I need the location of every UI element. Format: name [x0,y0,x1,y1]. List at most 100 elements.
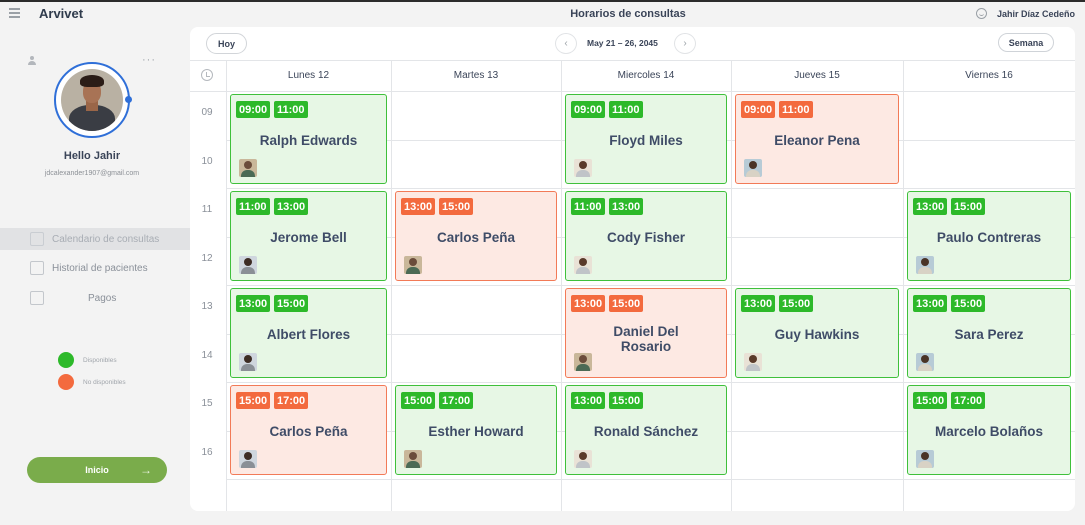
unavailable-dot-icon [58,374,74,390]
patient-name: Ralph Edwards [259,133,358,148]
end-time-badge: 13:00 [274,198,309,215]
patient-avatar [916,256,934,274]
patient-avatar [744,353,762,371]
day-header[interactable]: Miercoles 14 [561,60,731,91]
end-time-badge: 15:00 [609,392,644,409]
end-time-badge: 15:00 [439,198,474,215]
chevron-left-icon[interactable]: ‹ [555,33,577,54]
avatar-photo [61,69,123,131]
user-name: Jahir Díaz Cedeño [996,8,1075,19]
hour-label: 14 [201,349,213,361]
avatar[interactable] [54,62,130,138]
appointment-card[interactable]: 09:00 11:00 Ralph Edwards [230,94,387,184]
grid-line [226,285,1075,286]
end-time-badge: 11:00 [609,101,643,118]
start-button[interactable]: Inicio → [27,457,167,483]
user-email: jdcalexander1907@gmail.com [44,170,140,177]
patient-name: Carlos Peña [269,424,348,439]
start-time-badge: 11:00 [571,198,605,215]
start-time-badge: 11:00 [236,198,270,215]
end-time-badge: 17:00 [274,392,309,409]
today-button[interactable]: Hoy [206,33,247,54]
calendar-toolbar: Hoy ‹ May 21 – 26, 2045 › Semana [190,27,1075,60]
start-time-badge: 09:00 [236,101,271,118]
date-range: May 21 – 26, 2045 [587,38,658,48]
appointment-card[interactable]: 11:00 13:00 Jerome Bell [230,191,387,281]
patient-name: Floyd Miles [609,133,683,148]
hour-label: 09 [201,107,213,118]
day-header[interactable]: Lunes 12 [226,60,391,91]
start-time-badge: 15:00 [913,392,948,409]
sidebar-item-calendario[interactable]: Calendario de consultas [0,228,190,250]
chevron-right-icon[interactable]: › [674,33,696,54]
appointment-card[interactable]: 13:00 15:00 Sara Perez [907,288,1071,378]
available-dot-icon [58,352,74,368]
patient-avatar [574,353,592,371]
appointment-card[interactable]: 13:00 15:00 Paulo Contreras [907,191,1071,281]
appointment-card[interactable]: 15:00 17:00 Marcelo Bolaños [907,385,1071,475]
start-time-badge: 13:00 [401,198,436,215]
contact-card-icon [30,261,44,275]
appointment-card[interactable]: 11:00 13:00 Cody Fisher [565,191,727,281]
grid-line [190,91,1075,92]
appointment-card[interactable]: 13:00 15:00 Daniel Del Rosario [565,288,727,378]
greeting: Hello Jahir [63,150,121,162]
appointment-card[interactable]: 15:00 17:00 Esther Howard [395,385,557,475]
end-time-badge: 11:00 [274,101,308,118]
appointment-card[interactable]: 13:00 15:00 Guy Hawkins [735,288,899,378]
end-time-badge: 17:00 [439,392,474,409]
hour-label: 13 [201,301,213,312]
online-status-dot [125,96,132,103]
patient-name: Paulo Contreras [936,230,1042,245]
week-view-button[interactable]: Semana [998,33,1054,52]
grid-line [226,60,227,511]
hour-label: 10 [201,155,213,167]
day-header[interactable]: Viernes 16 [903,60,1075,91]
patient-avatar [239,256,257,274]
arrow-right-icon: → [140,463,152,477]
day-header[interactable]: Martes 13 [391,60,561,91]
patient-name: Albert Flores [266,327,351,342]
grid-line [226,479,1075,480]
patient-avatar [404,450,422,468]
grid-line [226,382,1075,383]
patient-name: Daniel Del Rosario [613,324,679,354]
end-time-badge: 15:00 [274,295,309,312]
patient-avatar [574,159,592,177]
calendar-panel: Hoy ‹ May 21 – 26, 2045 › Semana Lunes 1… [190,27,1075,511]
patient-avatar [239,159,257,177]
appointment-card[interactable]: 09:00 11:00 Eleanor Pena [735,94,899,184]
profile-icon[interactable] [27,56,37,66]
appointment-card[interactable]: 15:00 17:00 Carlos Peña [230,385,387,475]
legend-available: Disponibles [58,352,117,368]
patient-name: Eleanor Pena [774,133,860,148]
legend-unavailable: No disponibles [58,374,126,390]
clipboard-icon [30,291,44,305]
appointment-card[interactable]: 09:00 11:00 Floyd Miles [565,94,727,184]
day-header[interactable]: Jueves 15 [731,60,903,91]
sidebar-item-pagos[interactable]: Pagos [0,287,190,309]
end-time-badge: 15:00 [779,295,814,312]
start-time-badge: 09:00 [571,101,606,118]
start-time-badge: 15:00 [401,392,436,409]
end-time-badge: 15:00 [609,295,644,312]
appointment-card[interactable]: 13:00 15:00 Ronald Sánchez [565,385,727,475]
patient-name: Cody Fisher [606,230,685,245]
patient-name: Carlos Peña [436,230,516,245]
grid-line [391,60,392,511]
end-time-badge: 13:00 [609,198,644,215]
user-menu[interactable]: Jahir Díaz Cedeño [975,8,1075,19]
end-time-badge: 11:00 [779,101,813,118]
patient-avatar [574,450,592,468]
appointment-card[interactable]: 13:00 15:00 Albert Flores [230,288,387,378]
sidebar-item-historial[interactable]: Historial de pacientes [0,257,190,279]
start-time-badge: 13:00 [236,295,271,312]
end-time-badge: 15:00 [951,198,986,215]
grid-line [226,188,1075,189]
more-options-icon[interactable]: ··· [142,54,156,66]
patient-name: Ronald Sánchez [593,424,699,439]
start-time-badge: 13:00 [571,295,606,312]
sidebar-item-label: Historial de pacientes [52,262,148,274]
appointment-card[interactable]: 13:00 15:00 Carlos Peña [395,191,557,281]
start-time-badge: 13:00 [913,295,948,312]
